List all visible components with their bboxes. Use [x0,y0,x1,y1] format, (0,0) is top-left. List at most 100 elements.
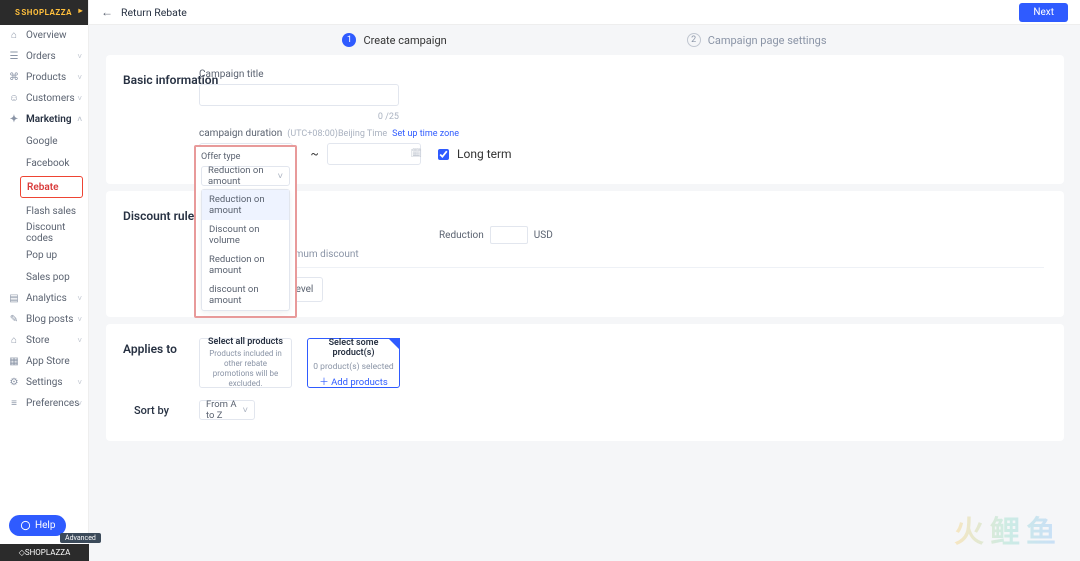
sidebar-sub-rebate[interactable]: Rebate [20,176,83,198]
sidebar-label: Overview [26,30,67,41]
sidebar-sub-google[interactable]: Google [0,130,88,152]
step-number: 2 [687,33,701,47]
sidebar-item-overview[interactable]: ⌂ Overview [0,25,88,46]
step-create-campaign[interactable]: 1 Create campaign [342,33,446,47]
chevron-down-icon: ˅ [77,52,82,61]
orders-icon: ☰ [8,51,20,62]
chevron-down-icon: ˅ [77,294,82,303]
sidebar-sub-facebook[interactable]: Facebook [0,152,88,174]
sidebar-item-products[interactable]: ⌘Products˅ [0,67,88,88]
sidebar-label: App Store [26,356,70,367]
set-timezone-link[interactable]: Set up time zone [392,129,459,139]
home-icon: ⌂ [8,30,20,41]
sort-by-select-wrap: From A to Z ˅ [199,400,255,420]
offer-option[interactable]: Discount on volume [202,220,289,250]
sort-by-label: Sort by [134,404,169,417]
sidebar-item-customers[interactable]: ☺ Customers˅ [0,88,88,109]
tag-icon: ⌘ [8,72,20,83]
brand-name: SHOPLAZZA [21,8,72,17]
offer-type-label: Offer type [201,152,290,162]
product-scope-cards: Select all products Products included in… [199,338,400,388]
timezone-note: (UTC+08:00)Beijing Time [287,129,387,139]
sort-by-select[interactable]: From A to Z ˅ [199,400,255,420]
brand-logo: SSHOPLAZZA ▸ [0,0,88,25]
sidebar-item-appstore[interactable]: ▦ App Store [0,351,88,372]
sidebar-item-settings[interactable]: ⚙ Settings ˅ [0,372,88,393]
duration-label: campaign duration [199,128,282,139]
chevron-down-icon: ˅ [242,405,248,416]
chevron-up-icon: ˄ [77,115,82,124]
sidebar-label: Analytics [26,293,67,304]
offer-type-box: Offer type Reduction on amount ˅ Reducti… [194,145,297,318]
sidebar-footer-logo: ◇ SHOPLAZZA [0,544,89,561]
step-label: Campaign page settings [708,34,827,47]
sort-by-value: From A to Z [206,399,242,421]
offer-option[interactable]: discount on amount [202,280,289,310]
step-label: Create campaign [363,34,446,47]
offer-option[interactable]: Reduction on amount [202,250,289,280]
advanced-badge: Advanced [60,533,101,543]
chevron-down-icon: ˅ [77,315,82,324]
offer-type-value: Reduction on amount [208,165,277,187]
back-arrow-icon[interactable]: ← [101,5,113,19]
apps-icon: ▦ [8,356,20,367]
user-icon: ☺ [8,93,20,104]
add-products-label: Add products [331,377,388,388]
topbar: ← Return Rebate Next [89,0,1080,25]
card-title: Select some product(s) [312,338,395,358]
sidebar-item-orders[interactable]: ☰ Orders ˅ [0,46,88,67]
chevron-down-icon: ˅ [277,171,283,182]
card-title: Select all products [208,337,283,347]
prefs-icon: ≡ [8,398,20,409]
long-term-checkbox[interactable] [438,149,449,160]
add-products-link[interactable]: ＋ Add products [319,374,388,388]
basic-form: Campaign title 0 /25 campaign duration (… [199,69,1044,165]
card-all-products[interactable]: Select all products Products included in… [199,338,292,388]
selected-count: 0 product(s) selected [313,362,393,372]
offer-type-options: Reduction on amount Discount on volume R… [201,189,290,311]
card-desc: Products included in other rebate promot… [204,349,287,389]
sidebar-item-marketing[interactable]: ✦Marketing˄ [0,109,88,130]
doc-icon: ✎ [8,314,20,325]
chart-icon: ▤ [8,293,20,304]
gear-icon: ⚙ [8,377,20,388]
card-some-products[interactable]: Select some product(s) 0 product(s) sele… [307,338,400,388]
brand-accent: S [15,8,20,17]
sidebar-sub-flash[interactable]: Flash sales [0,200,88,222]
long-term-label: Long term [457,147,512,161]
help-button[interactable]: Help [9,515,66,536]
watermark: 火鲤鱼 [954,507,1062,551]
step-page-settings[interactable]: 2 Campaign page settings [687,33,827,47]
store-icon: ⌂ [8,335,20,346]
chevron-down-icon: ˅ [77,94,82,103]
currency-label: USD [534,230,553,241]
sidebar-item-blog[interactable]: ✎Blog posts˅ [0,309,88,330]
sidebar-sub-codes[interactable]: Discount codes [0,222,88,244]
reduction-segment: Reduction USD [439,226,553,244]
page-title: Return Rebate [121,6,187,19]
chevron-down-icon: ˅ [77,378,82,387]
sidebar-label: Customers [26,93,75,104]
sidebar-item-preferences[interactable]: ≡Preferences˅ [0,393,88,414]
campaign-title-label: Campaign title [199,69,1044,80]
sidebar-label: Orders [26,51,56,62]
sidebar-collapse-icon[interactable]: ▸ [78,6,83,15]
end-date-input[interactable] [327,143,421,165]
sidebar-sub-popup[interactable]: Pop up [0,244,88,266]
selected-corner-icon [388,338,400,350]
sidebar-label: Settings [26,377,63,388]
rule-divider [199,267,1044,268]
panel-applies-to: Applies to Select all products Products … [106,324,1064,441]
sidebar-sub-salespop[interactable]: Sales pop [0,266,88,288]
section-title: Applies to [123,342,177,356]
campaign-title-input[interactable] [199,84,399,106]
next-button[interactable]: Next [1019,3,1068,22]
sidebar-label: Store [26,335,49,346]
chevron-down-icon: ˅ [77,336,82,345]
offer-type-select[interactable]: Reduction on amount ˅ [201,166,290,186]
sidebar-item-store[interactable]: ⌂ Store ˅ [0,330,88,351]
reduction-amount-input[interactable] [490,226,528,244]
sidebar-item-analytics[interactable]: ▤ Analytics ˅ [0,288,88,309]
offer-option[interactable]: Reduction on amount [202,190,289,220]
reduction-label: Reduction [439,230,484,241]
